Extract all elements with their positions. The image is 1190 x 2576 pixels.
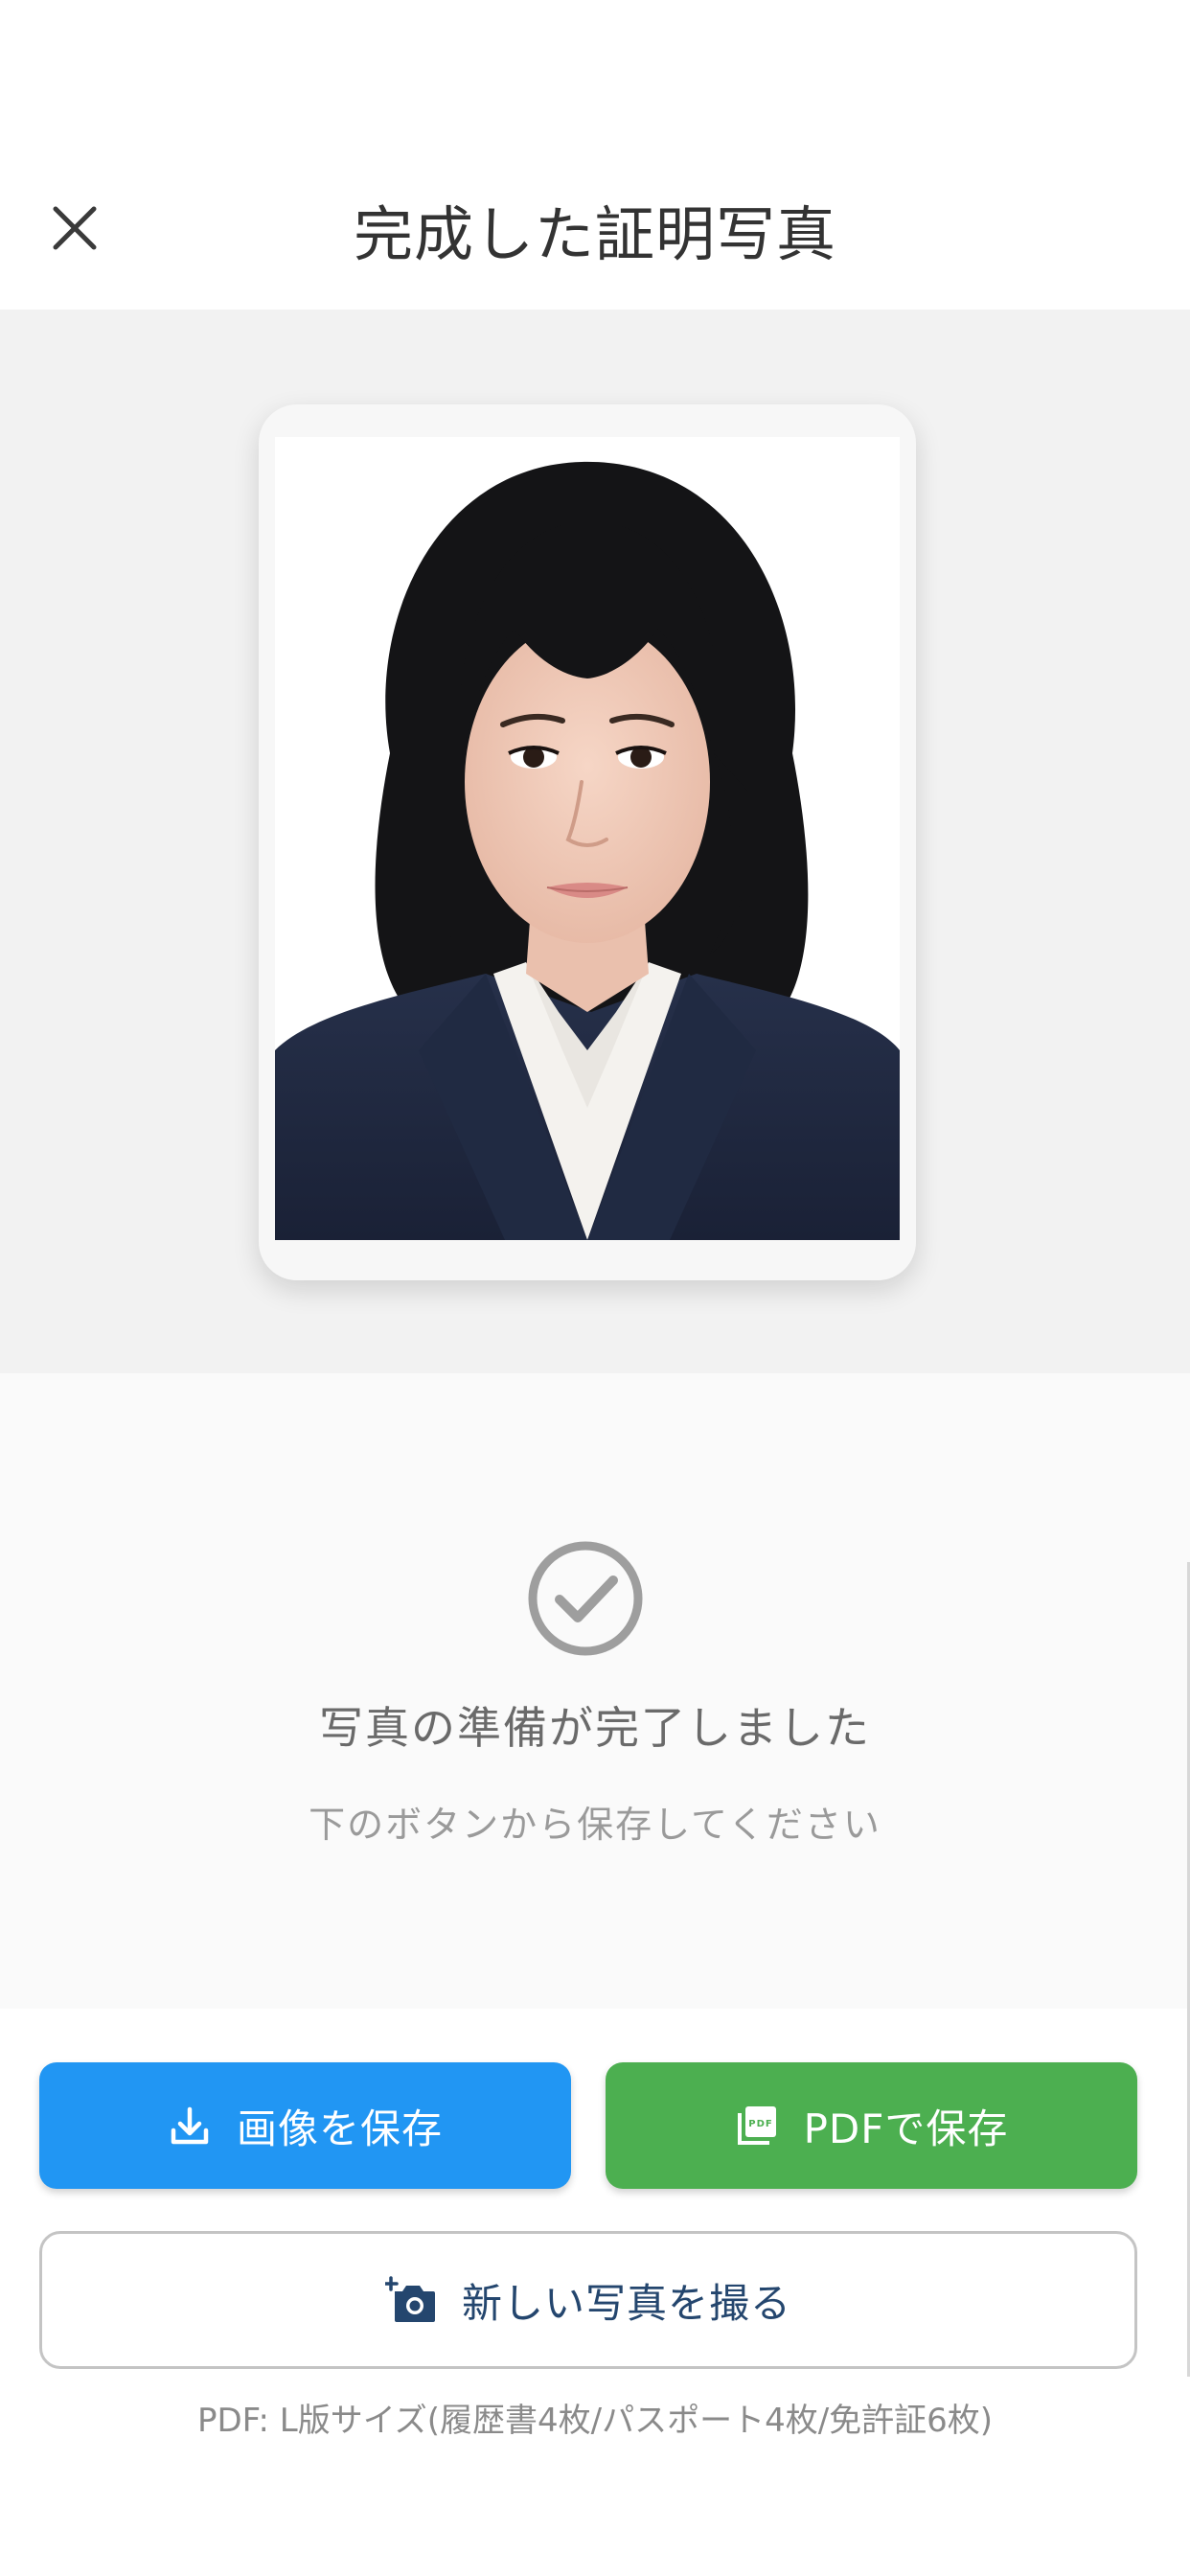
status-title: 写真の準備が完了しました (319, 1702, 871, 1754)
action-area: 画像を保存 PDF PDFで保存 新しい写真を撮る PDF: L版サイズ(履歴書… (0, 2009, 1190, 2576)
save-pdf-label: PDFで保存 (803, 2104, 1009, 2152)
page-title: 完成した証明写真 (353, 199, 836, 269)
app-header: 完成した証明写真 (0, 0, 1190, 310)
save-image-button[interactable]: 画像を保存 (39, 2062, 571, 2189)
save-pdf-button[interactable]: PDF PDFで保存 (606, 2062, 1137, 2189)
save-image-label: 画像を保存 (236, 2104, 443, 2152)
id-photo (275, 437, 900, 1240)
svg-text:PDF: PDF (748, 2119, 772, 2129)
pdf-icon: PDF (735, 2104, 779, 2148)
take-new-photo-label: 新しい写真を撮る (461, 2279, 791, 2327)
status-subtitle: 下のボタンから保存してください (309, 1804, 881, 1846)
take-new-photo-button[interactable]: 新しい写真を撮る (39, 2231, 1137, 2369)
photo-preview-area (0, 310, 1190, 1373)
check-circle-icon (528, 1541, 643, 1656)
photo-card (259, 404, 916, 1280)
add-camera-icon (384, 2276, 437, 2324)
pdf-size-note: PDF: L版サイズ(履歴書4枚/パスポート4枚/免許証6枚) (196, 2402, 994, 2440)
status-panel: 写真の準備が完了しました 下のボタンから保存してください (0, 1373, 1190, 2009)
download-icon (168, 2104, 212, 2148)
